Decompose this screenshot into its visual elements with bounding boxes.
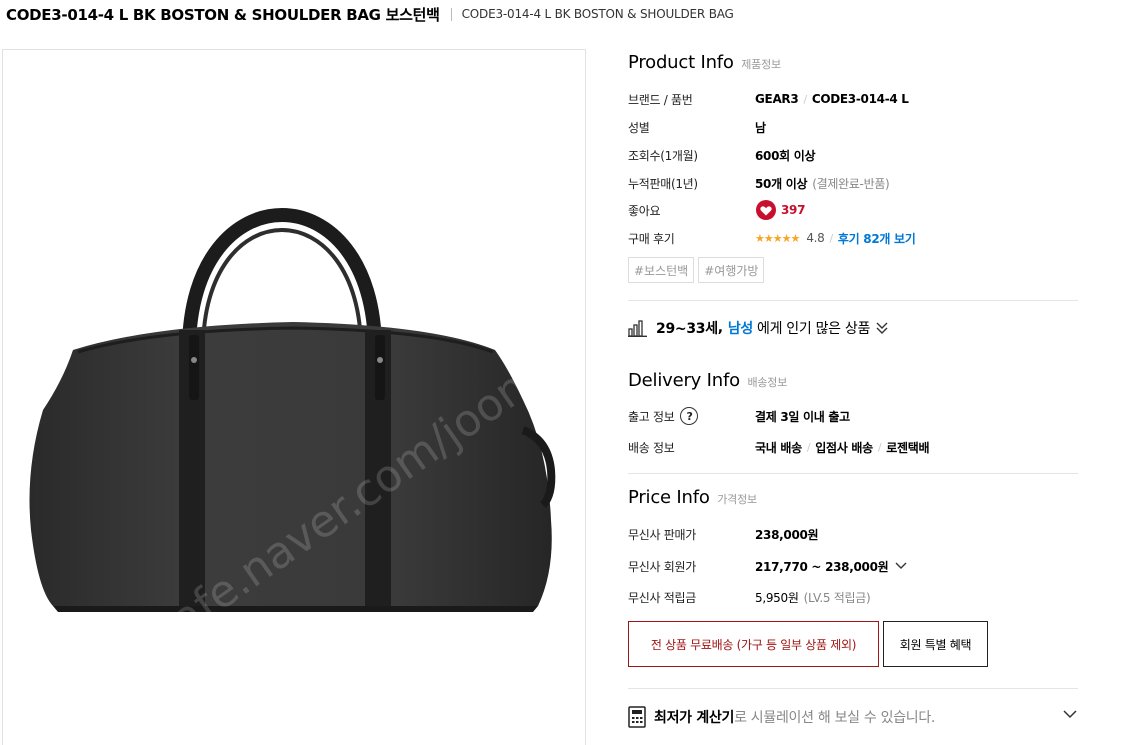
popular-text: 에게 인기 많은 상품 <box>756 321 871 337</box>
popular-by-age-row[interactable]: 29~33세 , 남성 에게 인기 많은 상품 <box>628 316 889 340</box>
release-value: 결제 3일 이내 출고 <box>755 409 850 424</box>
slash-divider: / <box>877 440 882 454</box>
popular-gender: 남성 <box>727 321 753 337</box>
member-benefit-button[interactable]: 회원 특별 혜택 <box>883 621 988 667</box>
sale-price: 238,000원 <box>755 527 819 542</box>
shipping-vendor: 입점사 배송 <box>815 440 873 455</box>
price-info-heading: Price Info <box>628 487 710 508</box>
page-header: CODE3-014-4 L BK BOSTON & SHOULDER BAG 보… <box>0 0 1125 28</box>
shipping-row: 배송 정보 국내 배송 / 입점사 배송 / 로젠택배 <box>628 437 1078 457</box>
calculator-label: 최저가 계산기 <box>654 710 735 726</box>
price-info-heading-kr: 가격정보 <box>717 493 757 506</box>
title-divider <box>450 7 452 21</box>
product-code: CODE3-014-4 L <box>811 92 909 106</box>
star-rating-icon: ★★★★★ <box>755 231 800 245</box>
gender-row: 성별 남 <box>628 117 1078 137</box>
popular-comma: , <box>717 320 723 336</box>
sale-price-label: 무신사 판매가 <box>628 527 696 542</box>
calculator-icon <box>628 706 646 728</box>
brand-label: 브랜드 / 품번 <box>628 92 693 107</box>
member-price: 217,770 ~ 238,000원 <box>755 559 889 574</box>
delivery-info-heading-kr: 배송정보 <box>747 376 788 389</box>
likes-row: 좋아요 397 <box>628 200 1078 220</box>
slash-divider: / <box>829 231 834 245</box>
gender-label: 성별 <box>628 120 650 135</box>
rating-value: 4.8 <box>806 231 825 245</box>
slash-divider: / <box>803 92 807 106</box>
points-row: 무신사 적립금 5,950원 (LV.5 적립금) <box>628 587 1078 607</box>
points-value: 5,950원 <box>755 590 799 605</box>
question-icon[interactable]: ? <box>680 407 699 425</box>
review-row: 구매 후기 ★★★★★ 4.8 / 후기 82개 보기 <box>628 228 1078 248</box>
sales-value: 50개 이상 <box>755 176 808 191</box>
shipping-courier: 로젠택배 <box>886 440 930 455</box>
gender-value: 남 <box>755 120 766 135</box>
tag-item[interactable]: #여행가방 <box>698 257 765 283</box>
member-price-label: 무신사 회원가 <box>628 559 696 574</box>
heart-icon[interactable] <box>755 200 777 220</box>
free-shipping-button[interactable]: 전 상품 무료배송 (가구 등 일부 상품 제외) <box>628 621 879 667</box>
section-divider <box>628 300 1078 301</box>
delivery-info-title: Delivery Info 배송정보 <box>628 370 787 391</box>
age-range: 29~33세 <box>656 321 718 337</box>
views-label: 조회수(1개월) <box>628 148 698 163</box>
price-info-title: Price Info 가격정보 <box>628 487 757 508</box>
product-info-heading: Product Info <box>628 52 734 73</box>
views-row: 조회수(1개월) 600회 이상 <box>628 145 1078 165</box>
product-info-title: Product Info 제품정보 <box>628 52 781 73</box>
double-chevron-down-icon[interactable] <box>875 321 889 335</box>
delivery-info-heading: Delivery Info <box>628 370 740 391</box>
shipping-type: 국내 배송 <box>755 440 802 455</box>
sales-note: (결제완료-반품) <box>812 176 890 191</box>
release-row: 출고 정보 ? 결제 3일 이내 출고 <box>628 406 1078 426</box>
brand-row: 브랜드 / 품번 GEAR3 / CODE3-014-4 L <box>628 89 1078 109</box>
page-subtitle: CODE3-014-4 L BK BOSTON & SHOULDER BAG <box>461 7 734 21</box>
product-info-heading-kr: 제품정보 <box>741 58 781 71</box>
likes-count: 397 <box>781 203 806 217</box>
tag-list: #보스턴백 #여행가방 <box>628 257 765 283</box>
product-bag-image: cafe.naver.com/joonggonara <box>29 208 585 659</box>
sales-row: 누적판매(1년) 50개 이상 (결제완료-반품) <box>628 173 1078 193</box>
page-title: CODE3-014-4 L BK BOSTON & SHOULDER BAG 보… <box>6 5 440 24</box>
member-price-row[interactable]: 무신사 회원가 217,770 ~ 238,000원 <box>628 556 1078 576</box>
sales-label: 누적판매(1년) <box>628 176 698 191</box>
sale-price-row: 무신사 판매가 238,000원 <box>628 524 1078 544</box>
points-note: (LV.5 적립금) <box>803 590 871 605</box>
section-divider <box>628 473 1078 474</box>
tag-item[interactable]: #보스턴백 <box>628 257 695 283</box>
chevron-down-icon[interactable] <box>1062 708 1078 720</box>
points-label: 무신사 적립금 <box>628 590 696 605</box>
slash-divider: / <box>806 440 811 454</box>
chevron-down-icon[interactable] <box>894 561 908 571</box>
review-label: 구매 후기 <box>628 231 675 246</box>
benefit-buttons: 전 상품 무료배송 (가구 등 일부 상품 제외) 회원 특별 혜택 <box>628 621 988 667</box>
price-calculator-row[interactable]: 최저가 계산기 로 시뮬레이션 해 보실 수 있습니다. <box>628 702 1078 732</box>
release-label: 출고 정보 <box>628 409 675 424</box>
brand-link[interactable]: GEAR3 <box>755 92 799 106</box>
views-value: 600회 이상 <box>755 148 816 163</box>
section-divider <box>628 688 1078 689</box>
likes-label: 좋아요 <box>628 203 661 218</box>
product-image-panel[interactable]: cafe.naver.com/joonggonara <box>2 49 586 745</box>
review-link[interactable]: 후기 82개 보기 <box>838 230 916 247</box>
calculator-description: 로 시뮬레이션 해 보실 수 있습니다. <box>734 710 936 726</box>
bar-chart-icon <box>628 320 647 337</box>
shipping-label: 배송 정보 <box>628 440 675 455</box>
